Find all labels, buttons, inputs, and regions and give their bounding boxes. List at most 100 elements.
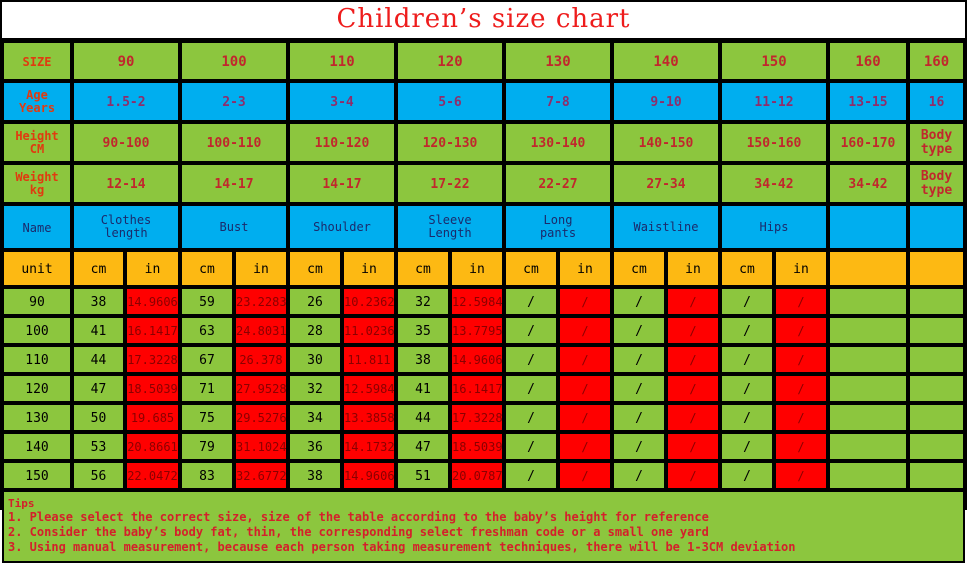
data-cell-cm: 34 bbox=[288, 403, 342, 432]
data-cell-text: / bbox=[797, 353, 805, 368]
data-cell-text: 14.1732 bbox=[344, 440, 395, 455]
data-cell-cm: / bbox=[504, 345, 558, 374]
weight-text: 34-42 bbox=[848, 177, 888, 193]
data-cell-cm: 38 bbox=[72, 287, 125, 316]
data-cell-in: / bbox=[558, 345, 612, 374]
data-cell-empty bbox=[828, 403, 908, 432]
data-cell-text: 32.6772 bbox=[236, 469, 287, 484]
data-cell-text: 32 bbox=[415, 295, 431, 311]
size-header-cell: 150 bbox=[720, 41, 828, 81]
data-cell-text: 24.8031 bbox=[236, 324, 287, 339]
row-size-label: 130 bbox=[2, 403, 72, 432]
data-cell-cm: 41 bbox=[72, 316, 125, 345]
data-cell-cm: 38 bbox=[288, 461, 342, 490]
data-cell-text: / bbox=[581, 440, 589, 455]
age-text: 16 bbox=[928, 95, 945, 111]
age-text: 11-12 bbox=[754, 95, 794, 111]
data-cell-cm: / bbox=[720, 403, 774, 432]
data-cell-text: 38 bbox=[90, 295, 107, 311]
data-cell-text: / bbox=[743, 469, 751, 485]
size-chart-sheet: Children’s size chart SIZE 90 100 110 120 130 1… bbox=[0, 0, 967, 563]
data-cell-text: / bbox=[635, 411, 643, 427]
data-cell-empty bbox=[908, 287, 965, 316]
size-header-cell: 110 bbox=[288, 41, 396, 81]
data-cell-text: 27.9528 bbox=[236, 382, 287, 397]
data-cell-text: 31.1024 bbox=[236, 440, 287, 455]
measure-name-cell: Bust bbox=[180, 204, 288, 250]
age-cell: 16 bbox=[908, 81, 965, 122]
title-row: Children’s size chart bbox=[2, 2, 965, 41]
data-cell-cm: 50 bbox=[72, 403, 125, 432]
weight-text: 27-34 bbox=[646, 177, 686, 193]
unit-text: cm bbox=[523, 262, 539, 278]
data-cell-text: 79 bbox=[199, 440, 215, 456]
data-cell-text: 11.811 bbox=[347, 353, 391, 368]
unit-cell-cm: cm bbox=[72, 250, 125, 287]
data-cell-text: 44 bbox=[415, 411, 431, 427]
data-cell-text: / bbox=[689, 440, 697, 455]
unit-cell-in: in bbox=[558, 250, 612, 287]
data-cell-text: 41 bbox=[90, 324, 107, 340]
data-cell-cm: 36 bbox=[288, 432, 342, 461]
data-cell-in: 29.5276 bbox=[234, 403, 288, 432]
age-cell: 7-8 bbox=[504, 81, 612, 122]
cell-line: Shoulder bbox=[313, 219, 371, 234]
data-cell-text: / bbox=[527, 295, 535, 311]
data-cell-text: 32 bbox=[307, 382, 323, 398]
row-label-name: Name bbox=[2, 204, 72, 250]
data-cell-text: / bbox=[581, 469, 589, 484]
data-cell-in: / bbox=[666, 287, 720, 316]
data-cell-cm: / bbox=[612, 403, 666, 432]
data-cell-in: 14.9606 bbox=[125, 287, 180, 316]
data-cell-text: / bbox=[797, 295, 805, 310]
data-cell-text: 47 bbox=[90, 382, 107, 398]
unit-text: cm bbox=[631, 262, 647, 278]
height-text: 140-150 bbox=[638, 136, 694, 152]
size-header-text: 100 bbox=[221, 53, 247, 70]
unit-text: cm bbox=[90, 262, 107, 278]
measure-name-cell: Hips bbox=[720, 204, 828, 250]
data-cell-text: 50 bbox=[90, 411, 107, 427]
data-cell-in: 27.9528 bbox=[234, 374, 288, 403]
data-cell-text: / bbox=[527, 440, 535, 456]
row-label-age: Age Years bbox=[2, 81, 72, 122]
tips-line: 2. Consider the baby’s body fat, thin, t… bbox=[8, 525, 709, 539]
data-cell-in: / bbox=[558, 461, 612, 490]
height-text: 120-130 bbox=[422, 136, 478, 152]
size-row: SIZE 90 100 110 120 130 140 150 160 160 bbox=[2, 41, 965, 81]
data-cell-text: 38 bbox=[415, 353, 431, 369]
unit-text: in bbox=[361, 262, 377, 278]
data-cell-cm: 44 bbox=[72, 345, 125, 374]
size-header-text: 90 bbox=[117, 53, 135, 70]
data-cell-cm: / bbox=[720, 374, 774, 403]
data-cell-cm: / bbox=[504, 316, 558, 345]
unit-cell-empty bbox=[908, 250, 965, 287]
data-cell-cm: 35 bbox=[396, 316, 450, 345]
data-cell-text: / bbox=[635, 295, 643, 311]
size-header-text: 110 bbox=[329, 53, 355, 70]
data-cell-text: / bbox=[635, 469, 643, 485]
size-header-cell: 130 bbox=[504, 41, 612, 81]
cell-line: kg bbox=[29, 182, 45, 197]
data-cell-text: 14.9606 bbox=[452, 353, 503, 368]
size-header-cell: 160 bbox=[908, 41, 965, 81]
unit-cell-cm: cm bbox=[180, 250, 234, 287]
data-cell-empty bbox=[908, 461, 965, 490]
unit-cell-cm: cm bbox=[288, 250, 342, 287]
data-cell-cm: 56 bbox=[72, 461, 125, 490]
size-header-cell: 140 bbox=[612, 41, 720, 81]
cell-line: Hips bbox=[759, 219, 789, 234]
data-cell-cm: / bbox=[612, 287, 666, 316]
row-size-text: 120 bbox=[25, 382, 49, 398]
weight-text: 12-14 bbox=[106, 177, 146, 193]
page-title: Children’s size chart bbox=[2, 2, 965, 41]
weight-cell: 12-14 bbox=[72, 163, 180, 204]
row-label-text: Age Years bbox=[4, 89, 70, 114]
data-cell-in: 14.9606 bbox=[342, 461, 396, 490]
data-cell-text: 12.5984 bbox=[452, 295, 503, 310]
row-label-unit: unit bbox=[2, 250, 72, 287]
row-label-size: SIZE bbox=[2, 41, 72, 81]
data-cell-text: 18.5039 bbox=[452, 440, 503, 455]
height-cell: Body type bbox=[908, 122, 965, 163]
data-cell-text: 38 bbox=[307, 469, 323, 485]
